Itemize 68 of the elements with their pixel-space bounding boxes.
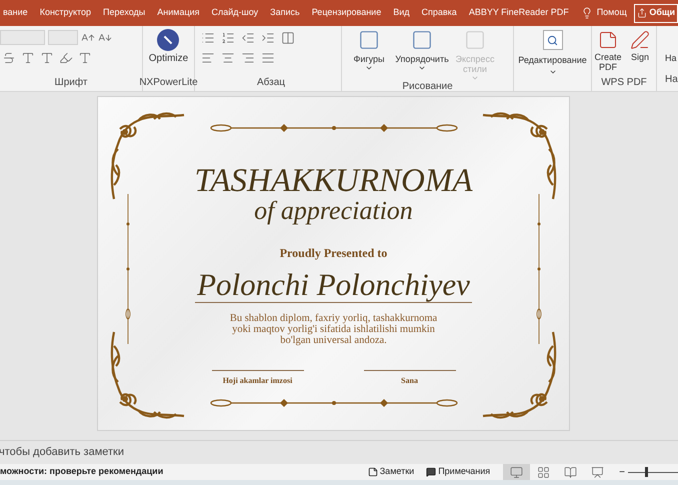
certificate-description: Bu shablon diplom, faxriy yorliq, tashakkurnoma yoki maqtov yorlig'i sifatida ishlatilishi mumkin bo'lgan universal andoza. bbox=[228, 313, 438, 346]
ribbon-tab[interactable]: Анимация bbox=[151, 0, 206, 26]
group-label: WPS PDF bbox=[600, 78, 648, 88]
strikethrough-icon[interactable] bbox=[2, 51, 16, 65]
wps-ribbon-button[interactable]: Sign bbox=[625, 30, 655, 72]
ribbon-tab[interactable]: Переходы bbox=[97, 0, 152, 26]
notes-placeholder: чтобы добавить заметки bbox=[0, 445, 124, 460]
ribbon-tab[interactable]: Конструктор bbox=[34, 0, 98, 26]
slide-sorter-icon bbox=[537, 466, 550, 478]
shape-icon bbox=[358, 29, 380, 51]
caret-icon bbox=[365, 64, 373, 72]
signature-line: Hoji akamlar imzosi bbox=[212, 370, 304, 387]
font-size-field[interactable] bbox=[48, 30, 78, 45]
editing-button[interactable]: Редактирование bbox=[518, 30, 587, 76]
recipient-name: Polonchi Polonchiyev bbox=[195, 268, 472, 303]
notes-icon bbox=[368, 467, 378, 477]
caret-icon bbox=[418, 64, 426, 72]
notes-button[interactable]: Заметки bbox=[364, 465, 418, 479]
highlighter-icon[interactable] bbox=[59, 51, 73, 65]
optimize-button[interactable]: Optimize bbox=[148, 29, 188, 66]
view-button[interactable] bbox=[503, 464, 530, 480]
help-search[interactable]: Помощ bbox=[592, 6, 631, 20]
share-button[interactable]: Общи bbox=[634, 4, 678, 22]
zoom-out-icon[interactable]: − bbox=[619, 464, 625, 480]
ribbon-tab[interactable]: Слайд-шоу bbox=[206, 0, 264, 26]
group-label: Рисование bbox=[401, 82, 454, 92]
shape-icon bbox=[411, 29, 433, 51]
document-icon bbox=[598, 30, 618, 50]
pen-icon bbox=[630, 30, 650, 50]
outdent-icon[interactable] bbox=[241, 31, 255, 45]
accessibility-status[interactable]: можности: проверьте рекомендации bbox=[0, 465, 164, 479]
wps-ribbon-button[interactable]: Create PDF bbox=[593, 30, 623, 72]
comments-button[interactable]: Примечания bbox=[423, 465, 494, 479]
ribbon-tab[interactable]: Справка bbox=[416, 0, 463, 26]
certificate-subtitle: of appreciation bbox=[254, 198, 413, 224]
normal-view-icon bbox=[510, 466, 524, 478]
align-center-icon[interactable] bbox=[221, 51, 235, 65]
align-right-icon[interactable] bbox=[241, 51, 255, 65]
lightbulb-icon[interactable] bbox=[580, 7, 593, 19]
ribbon-tab[interactable]: Запись bbox=[264, 0, 306, 26]
signature-line: Sana bbox=[364, 370, 456, 387]
align-left-icon[interactable] bbox=[201, 51, 215, 65]
numbering-icon[interactable] bbox=[221, 31, 235, 45]
slideshow-icon bbox=[591, 466, 604, 478]
presented-to-text: Proudly Presented to bbox=[280, 245, 388, 262]
ribbon-tab[interactable]: Вид bbox=[387, 0, 416, 26]
group-label: Шрифт bbox=[54, 78, 88, 88]
shape-icon bbox=[464, 29, 486, 51]
group-label: Абзац bbox=[256, 78, 286, 88]
justify-icon[interactable] bbox=[261, 51, 275, 65]
ribbon-tab[interactable]: Рецензирование bbox=[306, 0, 388, 26]
ribbon-tab[interactable]: ABBYY FineReader PDF bbox=[462, 0, 575, 26]
caret-icon bbox=[471, 74, 479, 82]
ribbon-tab[interactable]: вание bbox=[0, 0, 34, 26]
search-icon bbox=[547, 34, 558, 46]
group-label: NXPowerLite bbox=[139, 78, 198, 88]
indent-icon[interactable] bbox=[261, 31, 275, 45]
zoom-slider[interactable] bbox=[628, 467, 678, 477]
share-icon bbox=[637, 8, 648, 18]
columns-icon[interactable] bbox=[281, 31, 295, 45]
reading-view-icon bbox=[564, 466, 578, 478]
group-label: На bbox=[665, 74, 678, 84]
comment-icon bbox=[426, 467, 436, 477]
certificate-title: TASHAKKURNOMA bbox=[194, 164, 473, 198]
drawing-ribbon-button[interactable]: Упорядочить bbox=[397, 29, 447, 72]
cut-off-ribbon-button[interactable]: На bbox=[665, 52, 678, 66]
drawing-ribbon-button[interactable]: Фигуры bbox=[344, 29, 394, 72]
font-name-field[interactable] bbox=[0, 30, 45, 45]
